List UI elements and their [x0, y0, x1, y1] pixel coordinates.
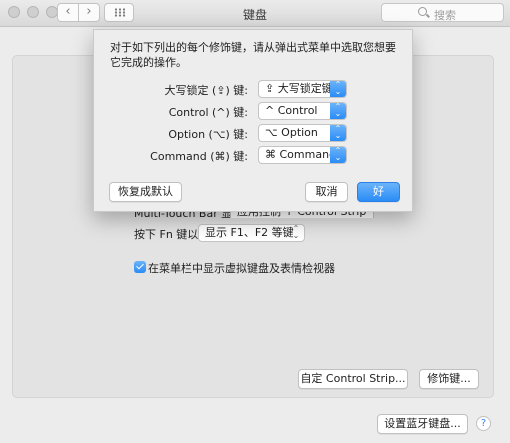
search-placeholder: 搜索 — [434, 9, 456, 22]
modifier-keys-button[interactable]: 修饰键... — [419, 369, 479, 389]
fn-label: 按下 Fn 键以 — [134, 228, 199, 241]
sheet-message: 对于如下列出的每个修饰键，请从弹出式菜单中选取您想要它完成的操作。 — [110, 41, 396, 69]
updown-chevron-icon: ⌃ ⌄ — [330, 81, 346, 97]
caps-lock-popup[interactable]: ⇪ 大写锁定键 ⌃ ⌄ — [258, 80, 347, 98]
fn-popup[interactable]: 显示 F1、F2 等键 ⌃ ⌄ — [198, 224, 305, 242]
help-button[interactable]: ? — [476, 416, 491, 431]
fn-value: 显示 F1、F2 等键 — [205, 226, 294, 239]
title-bar: ‹ › 键盘 搜索 — [0, 0, 510, 27]
cancel-button[interactable]: 取消 — [305, 182, 348, 202]
option-label: Option (⌥) 键: — [168, 128, 248, 141]
caps-lock-value: ⇪ 大写锁定键 — [265, 82, 333, 95]
search-icon — [418, 7, 427, 16]
option-popup[interactable]: ⌥ Option ⌃ ⌄ — [258, 124, 347, 142]
checkbox-label: 在菜单栏中显示虚拟键盘及表情检视器 — [148, 262, 335, 275]
ok-button[interactable]: 好 — [357, 182, 400, 202]
caps-lock-label: 大写锁定 (⇪) 键: — [164, 84, 249, 97]
control-label: Control (^) 键: — [168, 106, 248, 119]
search-field[interactable]: 搜索 — [381, 3, 504, 22]
updown-chevron-icon: ⌃ ⌄ — [330, 147, 346, 163]
command-popup[interactable]: ⌘ Command ⌃ ⌄ — [258, 146, 347, 164]
setup-bluetooth-keyboard-button[interactable]: 设置蓝牙键盘... — [377, 414, 468, 434]
option-value: ⌥ Option — [265, 126, 318, 139]
control-value: ^ Control — [265, 104, 318, 117]
updown-chevron-icon: ⌃ ⌄ — [292, 224, 300, 240]
control-popup[interactable]: ^ Control ⌃ ⌄ — [258, 102, 347, 120]
command-value: ⌘ Command — [265, 148, 337, 161]
customize-control-strip-button[interactable]: 自定 Control Strip... — [298, 369, 408, 389]
updown-chevron-icon: ⌃ ⌄ — [330, 125, 346, 141]
menu-bar-viewer-checkbox[interactable] — [134, 261, 146, 273]
updown-chevron-icon: ⌃ ⌄ — [330, 103, 346, 119]
restore-defaults-button[interactable]: 恢复成默认 — [109, 182, 182, 202]
modifier-keys-sheet: 对于如下列出的每个修饰键，请从弹出式菜单中选取您想要它完成的操作。 大写锁定 (… — [93, 29, 413, 212]
command-label: Command (⌘) 键: — [150, 150, 248, 163]
